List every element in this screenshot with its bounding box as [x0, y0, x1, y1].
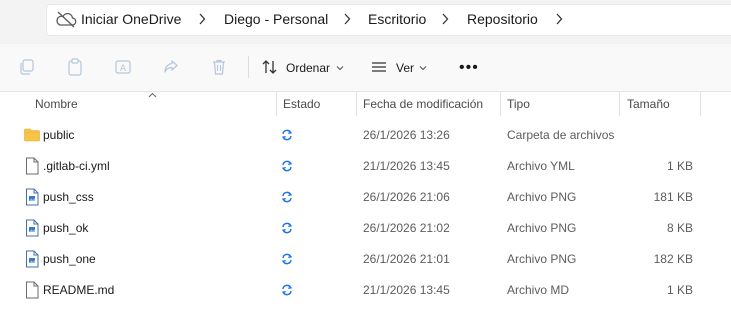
chevron-right-icon[interactable] — [555, 13, 563, 25]
chevron-right-icon[interactable] — [343, 13, 351, 25]
column-separator[interactable] — [276, 92, 277, 116]
column-type[interactable]: Tipo — [507, 97, 530, 111]
image-file-icon — [24, 250, 40, 268]
chevron-down-icon[interactable] — [336, 65, 344, 71]
chevron-down-icon[interactable] — [419, 65, 427, 71]
column-modified[interactable]: Fecha de modificación — [363, 97, 483, 111]
toolbar-divider — [248, 56, 249, 78]
file-size: 8 KB — [666, 221, 693, 235]
column-separator[interactable] — [500, 92, 501, 116]
svg-text:A: A — [120, 64, 127, 74]
column-name[interactable]: Nombre — [35, 97, 78, 111]
image-file-icon — [24, 188, 40, 206]
chevron-right-icon[interactable] — [198, 13, 206, 25]
file-type: Archivo MD — [507, 283, 570, 297]
sync-pending-icon — [281, 129, 293, 141]
file-row[interactable]: push_ok 26/1/2026 21:02 Archivo PNG 8 KB — [0, 213, 731, 244]
sync-pending-icon — [281, 284, 293, 296]
paste-icon[interactable] — [66, 58, 84, 76]
file-row[interactable]: README.md 21/1/2026 13:45 Archivo MD 1 KB — [0, 275, 731, 306]
column-status[interactable]: Estado — [283, 97, 320, 111]
file-modified-date: 26/1/2026 21:01 — [363, 252, 450, 266]
folder-icon — [24, 126, 40, 144]
file-modified-date: 26/1/2026 13:26 — [363, 128, 450, 142]
file-row[interactable]: push_css 26/1/2026 21:06 Archivo PNG 181 KB — [0, 182, 731, 213]
file-icon — [24, 157, 40, 175]
file-type: Archivo PNG — [507, 190, 577, 204]
file-size: 1 KB — [666, 159, 693, 173]
sync-pending-icon — [281, 191, 293, 203]
sort-icon[interactable] — [261, 58, 279, 76]
column-separator[interactable] — [356, 92, 357, 116]
more-options-button[interactable]: ••• — [459, 59, 479, 77]
file-size: 1 KB — [666, 283, 693, 297]
copy-icon[interactable] — [18, 58, 36, 76]
file-type: Archivo PNG — [507, 221, 577, 235]
breadcrumb-onedrive[interactable]: Iniciar OneDrive — [81, 11, 181, 27]
breadcrumb-personal[interactable]: Diego - Personal — [224, 11, 328, 27]
breadcrumb-escritorio[interactable]: Escritorio — [368, 11, 426, 27]
view-icon[interactable] — [370, 58, 388, 76]
delete-icon[interactable] — [210, 58, 228, 76]
file-row[interactable]: push_one 26/1/2026 21:01 Archivo PNG 182 KB — [0, 244, 731, 275]
column-size[interactable]: Tamaño — [627, 97, 670, 111]
chevron-right-icon[interactable] — [441, 13, 449, 25]
file-name: push_ok — [43, 221, 89, 235]
column-header: Nombre Estado Fecha de modificación Tipo… — [0, 92, 731, 116]
file-type: Carpeta de archivos — [507, 128, 615, 142]
sort-ascending-icon — [148, 92, 157, 98]
column-separator[interactable] — [700, 92, 701, 116]
sort-button[interactable]: Ordenar — [286, 61, 330, 75]
file-name: README.md — [43, 283, 115, 297]
file-name: push_one — [43, 252, 96, 266]
file-name: push_css — [43, 190, 94, 204]
rename-icon[interactable]: A — [114, 58, 132, 76]
file-size: 182 KB — [653, 252, 693, 266]
file-name: public — [43, 128, 75, 142]
sync-pending-icon — [281, 222, 293, 234]
file-size: 181 KB — [653, 190, 693, 204]
view-button[interactable]: Ver — [396, 61, 414, 75]
file-type: Archivo PNG — [507, 252, 577, 266]
file-modified-date: 26/1/2026 21:06 — [363, 190, 450, 204]
file-icon — [24, 281, 40, 299]
address-bar: Iniciar OneDrive Diego - Personal Escrit… — [0, 0, 731, 44]
column-separator[interactable] — [619, 92, 620, 116]
file-row[interactable]: .gitlab-ci.yml 21/1/2026 13:45 Archivo YML… — [0, 151, 731, 182]
onedrive-cloud-off-icon[interactable] — [55, 10, 77, 28]
image-file-icon — [24, 219, 40, 237]
command-bar: A Ordenar Ver ••• — [0, 44, 731, 92]
file-modified-date: 26/1/2026 21:02 — [363, 221, 450, 235]
file-name: .gitlab-ci.yml — [43, 159, 110, 173]
file-modified-date: 21/1/2026 13:45 — [363, 283, 450, 297]
file-modified-date: 21/1/2026 13:45 — [363, 159, 450, 173]
share-icon[interactable] — [162, 58, 180, 76]
file-type: Archivo YML — [507, 159, 575, 173]
file-row[interactable]: public 26/1/2026 13:26 Carpeta de archivos — [0, 120, 731, 151]
sync-pending-icon — [281, 160, 293, 172]
sync-pending-icon — [281, 253, 293, 265]
breadcrumb-repositorio[interactable]: Repositorio — [467, 11, 538, 27]
